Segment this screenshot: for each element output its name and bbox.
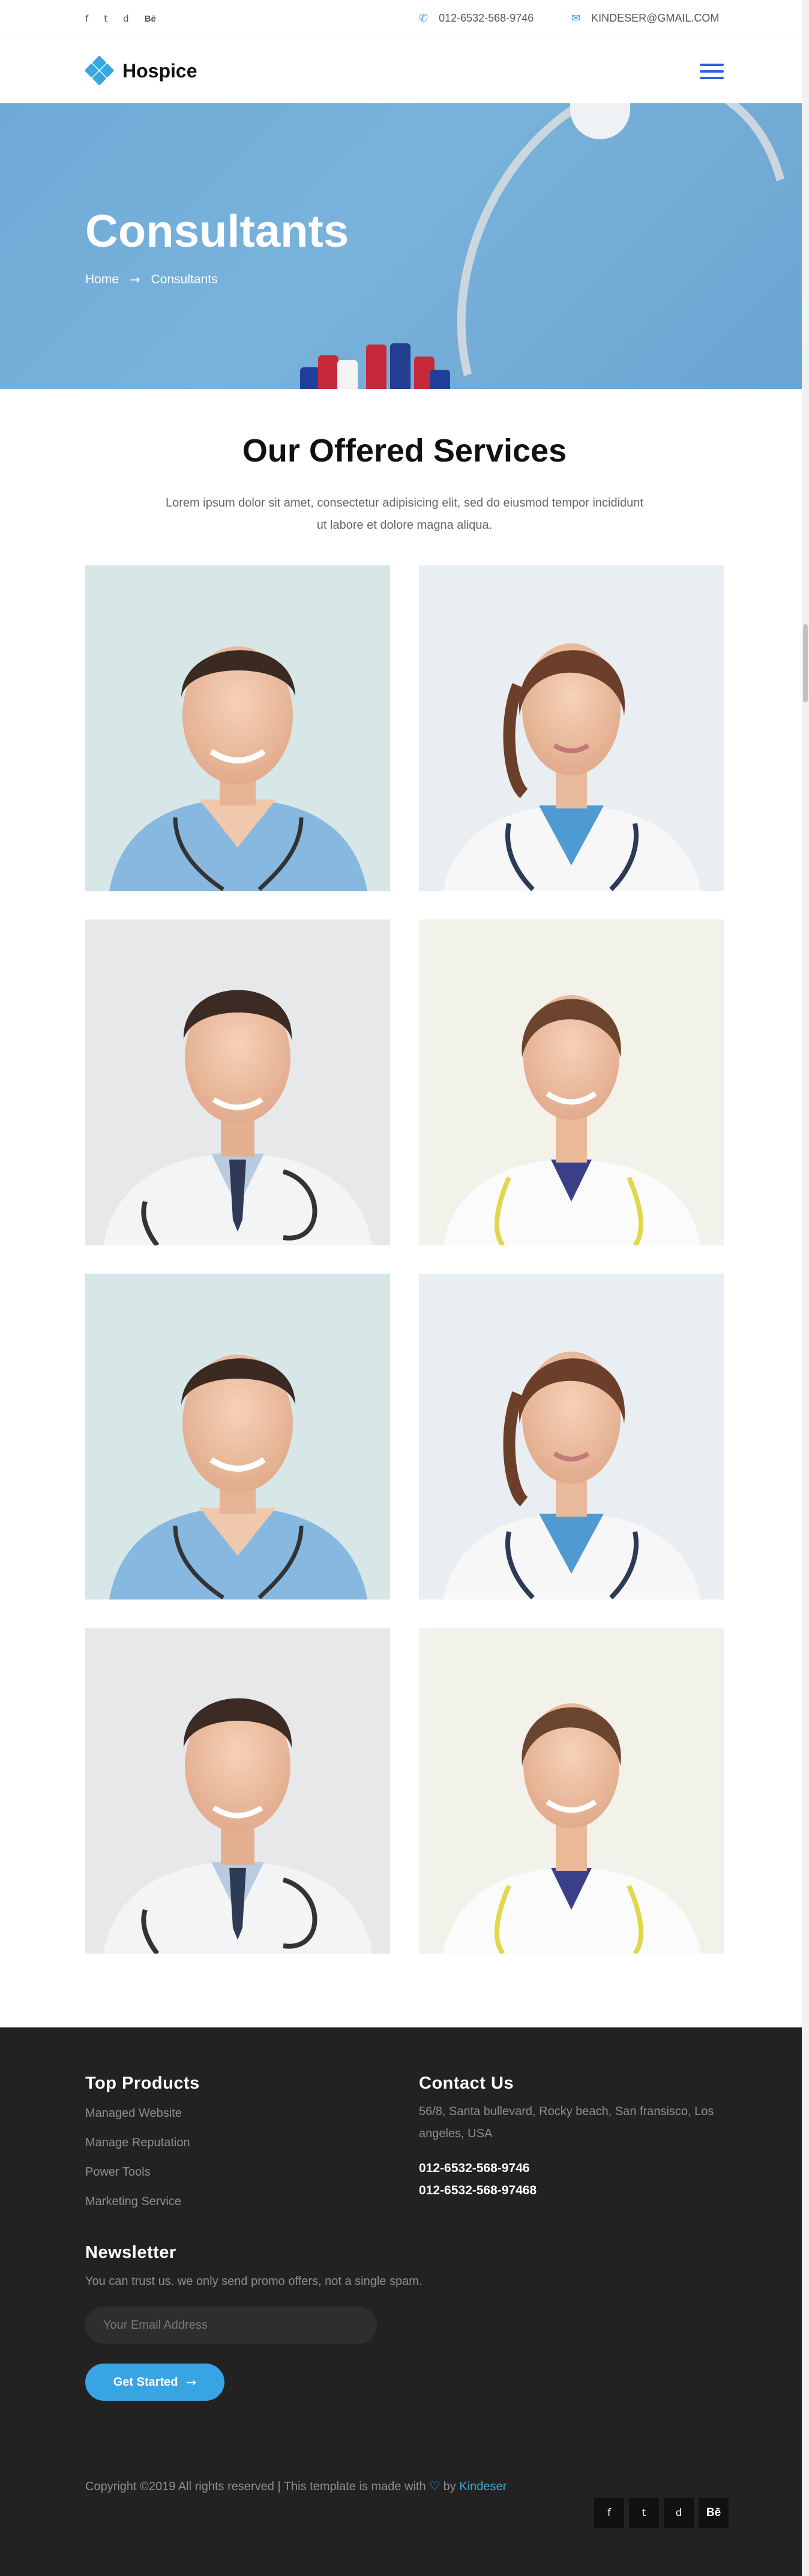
breadcrumb-home-link[interactable]: Home: [85, 272, 119, 287]
top-phone[interactable]: ✆ 012-6532-568-9746: [419, 12, 534, 25]
copyright-by: by: [443, 2480, 456, 2493]
footer-products-title: Top Products: [85, 2074, 200, 2093]
logo-icon: [84, 55, 115, 86]
footer-link[interactable]: Managed Website: [85, 2107, 182, 2120]
consultant-card[interactable]: [419, 1274, 724, 1599]
hamburger-menu-icon[interactable]: [700, 64, 724, 80]
hero-banner: Consultants Home → Consultants: [0, 103, 809, 389]
dribbble-icon[interactable]: d: [123, 13, 129, 24]
twitter-icon[interactable]: t: [104, 13, 107, 24]
phone-icon: ✆: [419, 12, 429, 25]
dribbble-icon[interactable]: d: [664, 2498, 694, 2528]
footer-link[interactable]: Marketing Service: [85, 2195, 181, 2209]
footer-link[interactable]: Manage Reputation: [85, 2136, 190, 2150]
consultant-card[interactable]: [419, 565, 724, 891]
consultant-card[interactable]: [85, 1628, 390, 1954]
top-email-text: KINDESER@GMAIL.COM: [591, 12, 720, 24]
section-title: Our Offered Services: [242, 433, 567, 469]
test-tubes-image: [300, 337, 450, 389]
behance-icon[interactable]: Bē: [145, 14, 156, 24]
copyright-text: Copyright ©2019 All rights reserved | Th…: [85, 2480, 426, 2493]
logo-text: Hospice: [122, 59, 197, 82]
behance-icon[interactable]: Bē: [699, 2498, 729, 2528]
header: Hospice: [0, 38, 809, 103]
consultant-card[interactable]: [85, 919, 390, 1245]
facebook-icon[interactable]: f: [594, 2498, 624, 2528]
brand-link[interactable]: Kindeser: [459, 2480, 507, 2493]
breadcrumb: Home → Consultants: [85, 272, 218, 287]
breadcrumb-current: Consultants: [151, 272, 218, 286]
consultant-card[interactable]: [85, 565, 390, 891]
consultant-photo: [85, 919, 390, 1245]
footer-contact-title: Contact Us: [419, 2074, 514, 2093]
footer-social-links: f t d Bē: [594, 2498, 729, 2528]
arrow-right-icon: →: [186, 2375, 197, 2389]
get-started-button[interactable]: Get Started →: [85, 2364, 224, 2401]
newsletter-text: You can trust us. we only send promo off…: [85, 2275, 423, 2288]
top-bar: f t d Bē ✆ 012-6532-568-9746 ✉ KINDESER@…: [0, 0, 809, 38]
footer-link[interactable]: Power Tools: [85, 2165, 151, 2179]
top-social-links: f t d Bē: [85, 13, 156, 24]
consultant-card[interactable]: [85, 1274, 390, 1599]
twitter-icon[interactable]: t: [629, 2498, 659, 2528]
top-phone-text: 012-6532-568-9746: [439, 12, 534, 24]
newsletter-title: Newsletter: [85, 2243, 176, 2262]
facebook-icon[interactable]: f: [85, 13, 88, 24]
consultant-card[interactable]: [419, 919, 724, 1245]
stethoscope-image: [394, 103, 809, 389]
consultant-photo: [419, 1628, 724, 1954]
page-title: Consultants: [85, 206, 349, 257]
section-description: Lorem ipsum dolor sit amet, consectetur …: [166, 496, 643, 532]
heart-icon: ♡: [429, 2479, 441, 2493]
consultant-photo: [85, 565, 390, 891]
mail-icon: ✉: [571, 12, 581, 25]
footer-phone-2[interactable]: 012-6532-568-97468: [419, 2183, 537, 2198]
consultant-photo: [419, 919, 724, 1245]
consultant-photo: [419, 565, 724, 891]
copyright: Copyright ©2019 All rights reserved | Th…: [85, 2479, 507, 2494]
arrow-right-icon: →: [130, 272, 140, 287]
scrollbar-thumb[interactable]: [803, 624, 808, 702]
consultant-photo: [419, 1274, 724, 1599]
newsletter-email-input[interactable]: [85, 2307, 377, 2344]
footer-address: 56/8, Santa bullevard, Rocky beach, San …: [419, 2105, 714, 2140]
logo[interactable]: Hospice: [84, 55, 197, 86]
footer-phone-1[interactable]: 012-6532-568-9746: [419, 2161, 530, 2176]
top-email[interactable]: ✉ KINDESER@GMAIL.COM: [571, 12, 719, 25]
consultant-photo: [85, 1274, 390, 1599]
get-started-label: Get Started: [113, 2375, 178, 2389]
consultant-card[interactable]: [419, 1628, 724, 1954]
consultant-photo: [85, 1628, 390, 1954]
scrollbar-track[interactable]: [802, 0, 809, 2576]
